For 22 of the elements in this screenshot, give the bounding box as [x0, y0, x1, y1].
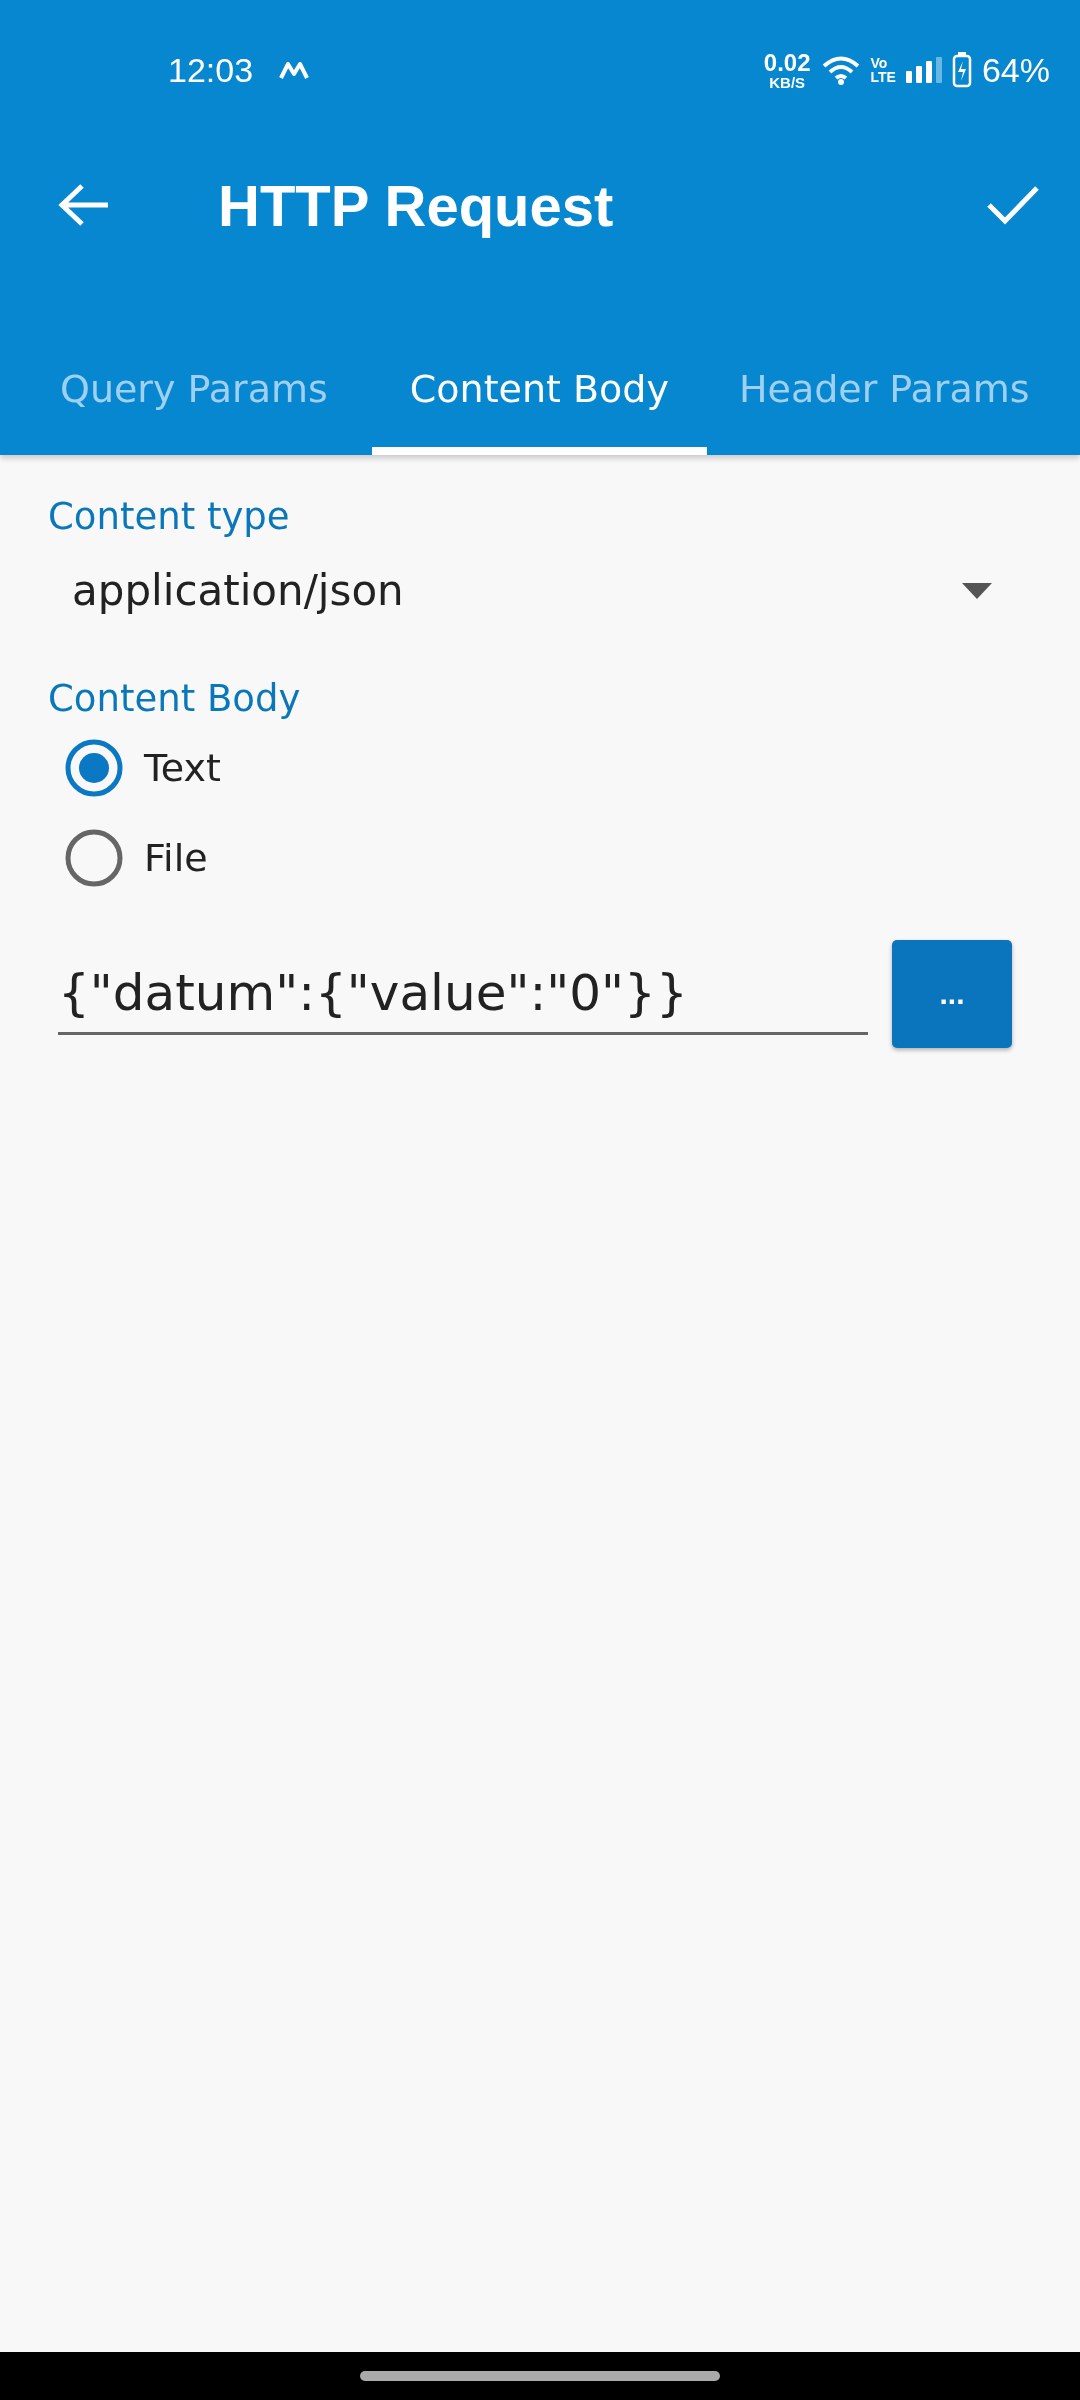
tab[interactable]: Content Body: [371, 270, 707, 455]
battery-percent: 64%: [981, 50, 1050, 90]
content-type-label: Content type: [48, 495, 291, 538]
wifi-icon: [820, 54, 861, 86]
back-icon[interactable]: [58, 183, 110, 227]
more-button[interactable]: ...: [892, 940, 1012, 1048]
content-body-label: Content Body: [48, 677, 302, 720]
radio-button[interactable]: [64, 828, 124, 888]
check-icon[interactable]: [986, 185, 1040, 225]
content-body-field[interactable]: {"datum":{"value":"0"}}: [58, 953, 868, 1035]
screen-title: HTTP Request: [218, 171, 614, 239]
notification-icon: [279, 60, 310, 80]
network-speed: 0.02 KB/S: [763, 50, 811, 90]
radio-label: File: [144, 836, 208, 880]
battery-icon: [951, 52, 972, 88]
status-time: 12:03: [168, 50, 254, 90]
dropdown-arrow-icon: [962, 582, 992, 599]
signal-icon: [905, 57, 942, 83]
radio-label: Text: [144, 746, 221, 790]
content-type-dropdown[interactable]: application/json: [48, 538, 1032, 643]
radio-button[interactable]: [64, 738, 124, 798]
volte-indicator: Vo LTE: [870, 56, 896, 84]
